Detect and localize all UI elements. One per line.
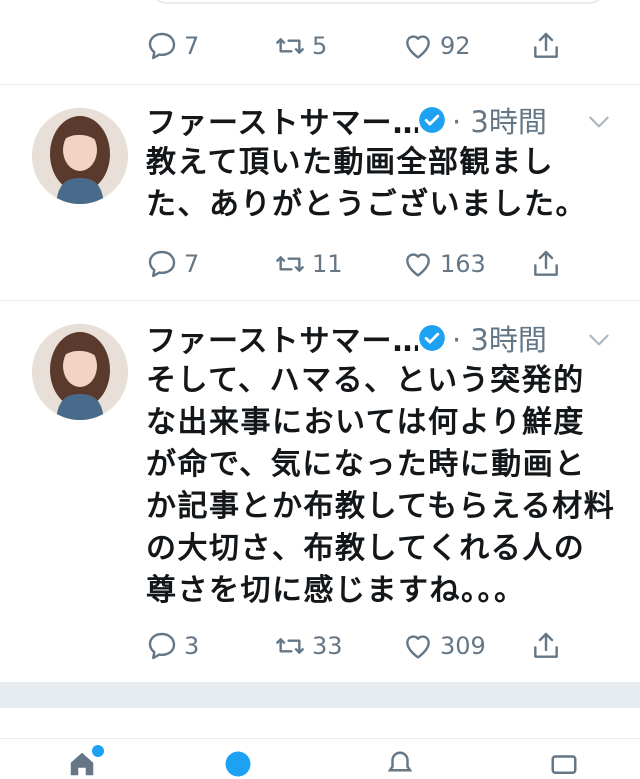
tweet-actions: 3 33 309 — [146, 626, 586, 666]
avatar-photo — [32, 108, 128, 204]
retweet-icon — [276, 638, 304, 654]
retweet-icon — [276, 256, 304, 272]
next-section-peek — [0, 708, 640, 738]
reply-button[interactable]: 7 — [146, 244, 199, 284]
notification-dot — [92, 745, 104, 757]
chevron-down-icon[interactable] — [586, 327, 612, 353]
avatar[interactable] — [32, 324, 128, 420]
tweet-divider — [0, 84, 640, 85]
reply-button[interactable]: 3 — [146, 626, 199, 666]
share-icon — [534, 250, 558, 276]
display-name[interactable]: ファーストサマー… — [146, 98, 418, 142]
share-button[interactable] — [530, 244, 562, 284]
reply-icon — [148, 250, 176, 278]
display-name[interactable]: ファーストサマー… — [146, 316, 418, 360]
like-count: 163 — [440, 250, 486, 278]
tab-bar — [0, 738, 640, 777]
tweet-header: ファーストサマー… · 3時間 — [146, 316, 616, 360]
retweet-button[interactable]: 33 — [274, 626, 343, 666]
tweet-timestamp[interactable]: · 3時間 — [452, 317, 547, 359]
like-button[interactable]: 163 — [402, 244, 486, 284]
reply-count: 7 — [184, 250, 200, 278]
tweet-actions: 7 5 92 — [146, 26, 586, 66]
reply-icon — [148, 32, 176, 60]
section-separator — [0, 682, 640, 708]
retweet-count: 11 — [312, 250, 343, 278]
heart-icon — [406, 35, 430, 59]
retweet-count: 33 — [312, 632, 343, 660]
verified-badge-icon — [419, 107, 445, 133]
tweet-text: 教えて頂いた動画全部観ました、ありがとうございました。 — [146, 145, 587, 222]
share-icon — [534, 632, 558, 658]
reply-icon — [148, 632, 176, 660]
tweet-actions: 7 11 163 — [146, 244, 586, 284]
tweet-text: そして、ハマる、という突発的な出来事においては何より鮮度が命で、気になった時に動… — [146, 363, 616, 608]
retweet-icon — [276, 38, 304, 54]
heart-icon — [406, 253, 430, 277]
retweet-button[interactable]: 11 — [274, 244, 343, 284]
tweet-divider — [0, 300, 640, 301]
avatar[interactable] — [32, 108, 128, 204]
heart-icon — [406, 635, 430, 659]
verified-badge-icon — [419, 325, 445, 351]
share-button[interactable] — [530, 626, 562, 666]
avatar-photo — [32, 324, 128, 420]
messages-icon[interactable] — [546, 749, 582, 779]
like-count: 309 — [440, 632, 486, 660]
like-button[interactable]: 92 — [402, 26, 471, 66]
reply-count: 7 — [184, 32, 200, 60]
notifications-icon[interactable] — [382, 749, 418, 779]
search-icon[interactable] — [220, 749, 256, 779]
share-button[interactable] — [530, 26, 562, 66]
like-count: 92 — [440, 32, 471, 60]
share-icon — [534, 32, 558, 58]
quoted-card-edge — [152, 0, 604, 4]
tweet-timestamp[interactable]: · 3時間 — [452, 99, 547, 141]
chevron-down-icon[interactable] — [586, 109, 612, 135]
retweet-count: 5 — [312, 32, 328, 60]
reply-count: 3 — [184, 632, 200, 660]
reply-button[interactable]: 7 — [146, 26, 199, 66]
like-button[interactable]: 309 — [402, 626, 486, 666]
tweet-header: ファーストサマー… · 3時間 — [146, 98, 616, 142]
retweet-button[interactable]: 5 — [274, 26, 327, 66]
